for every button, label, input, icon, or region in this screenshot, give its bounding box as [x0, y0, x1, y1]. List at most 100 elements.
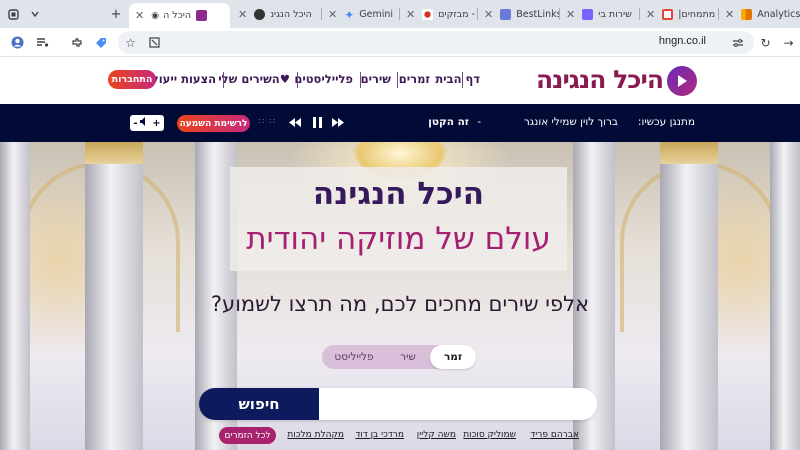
- nav-playlists[interactable]: פלייליסטים: [294, 72, 353, 86]
- now-playing-label: מתנגן עכשיו:: [637, 116, 695, 128]
- extensions-icon[interactable]: [68, 34, 85, 51]
- tab-news[interactable]: ✕ מבזקים -: [400, 3, 477, 26]
- to-playlist-button[interactable]: לרשימת השמעה: [177, 115, 250, 132]
- now-playing-song: זה הקטן: [428, 116, 469, 128]
- hero-section: היכל הנגינה עולם של מוזיקה יהודית אלפי ש…: [0, 142, 800, 450]
- search-input[interactable]: [319, 388, 597, 420]
- close-icon[interactable]: ✕: [725, 8, 734, 21]
- tab-title: Gemini: [359, 9, 394, 20]
- tab-search-icon[interactable]: [26, 5, 44, 23]
- nav-songs[interactable]: שירים: [361, 72, 391, 86]
- column-capital: [85, 142, 143, 164]
- nav-singers[interactable]: זמרים: [399, 72, 430, 86]
- nav-divider: [397, 72, 398, 88]
- search-button[interactable]: חיפוש: [199, 388, 319, 420]
- address-bar[interactable]: ☆ hngn.co.il: [118, 31, 754, 54]
- tab-divider: [477, 8, 478, 20]
- tab-gemini[interactable]: ✕ ✦ Gemini: [322, 3, 399, 26]
- popular-artist-link[interactable]: משה קליין: [417, 430, 456, 440]
- pause-icon[interactable]: [310, 115, 324, 129]
- play-logo-icon: [667, 66, 697, 96]
- install-app-icon[interactable]: [146, 34, 163, 51]
- media-controls-icon[interactable]: [34, 34, 51, 51]
- site-header: היכל הנגינה דף הבית זמרים שירים פלייליסט…: [0, 57, 800, 104]
- tab-divider: [718, 8, 719, 20]
- search-type-playlist[interactable]: פלייליסט: [322, 345, 386, 369]
- background-column: [770, 142, 800, 450]
- popular-artist-link[interactable]: מקהלת מלכות: [287, 430, 344, 440]
- bestlinks-favicon-icon: [500, 9, 512, 20]
- tab-title: BestLinks: [516, 9, 559, 20]
- next-track-icon[interactable]: [288, 115, 302, 129]
- login-button[interactable]: התחברות: [108, 70, 156, 89]
- hngn-favicon-icon: [196, 10, 208, 21]
- tab-groups-icon[interactable]: [4, 5, 22, 23]
- now-playing-artist: ברוך לוין שמילי אונגר: [523, 116, 618, 128]
- tab-title: מבזקים -: [438, 9, 476, 20]
- service-favicon-icon: [582, 9, 594, 20]
- back-icon[interactable]: →: [780, 34, 797, 51]
- volume-up-button[interactable]: +: [152, 118, 160, 129]
- nav-divider: [462, 72, 463, 88]
- site-logo[interactable]: היכל הנגינה: [536, 64, 697, 98]
- popular-artist-link[interactable]: שמוליק סוכות: [463, 430, 516, 440]
- bookmark-star-icon[interactable]: ☆: [122, 34, 139, 51]
- column-capital: [660, 142, 718, 164]
- hero-subtitle: עולם של מוזיקה יהודית: [246, 221, 551, 257]
- player-bar: מתנגן עכשיו: ברוך לוין שמילי אונגר - זה …: [0, 104, 800, 142]
- profile-icon[interactable]: [9, 34, 26, 51]
- tab-divider: [559, 8, 560, 20]
- new-tab-button[interactable]: +: [107, 5, 125, 23]
- popular-artist-link[interactable]: אברהם פריד: [530, 430, 579, 440]
- browser-toolbar: ☆ hngn.co.il ↻ →: [0, 28, 800, 57]
- close-icon[interactable]: ✕: [238, 8, 247, 21]
- all-singers-button[interactable]: לכל הזמרים: [219, 427, 276, 444]
- reload-icon[interactable]: ↻: [757, 34, 774, 51]
- popular-artist-link[interactable]: מרדכי בן דוד: [355, 430, 404, 440]
- close-icon[interactable]: ✕: [566, 8, 575, 21]
- close-icon[interactable]: ✕: [406, 8, 415, 21]
- nav-divider: [360, 72, 361, 88]
- search-type-song[interactable]: שיר: [386, 345, 430, 369]
- previous-track-icon[interactable]: [331, 115, 345, 129]
- gmail-favicon-icon: [662, 9, 674, 20]
- tab-divider: [321, 8, 322, 20]
- nav-divider: [223, 72, 224, 88]
- extension-tag-icon[interactable]: [92, 34, 109, 51]
- tab-service[interactable]: ✕ שירות בי: [560, 3, 639, 26]
- tab-title: שירות בי: [598, 9, 632, 20]
- close-icon[interactable]: ✕: [328, 8, 337, 21]
- tab-interns[interactable]: ✕ |מתמחים: [640, 3, 718, 26]
- background-column: [660, 142, 718, 450]
- volume-down-button[interactable]: -: [133, 118, 137, 129]
- tab-title: היכל הנגינ: [270, 9, 312, 20]
- tab-title: |מתמחים: [678, 9, 716, 20]
- gemini-sparkle-icon: ✦: [344, 7, 355, 22]
- tab-hngn-active[interactable]: ✕ ◉ היכל ה: [129, 3, 230, 28]
- tab-analytics[interactable]: ✕ Analytics: [719, 3, 800, 26]
- hero-title-box: היכל הנגינה עולם של מוזיקה יהודית: [230, 167, 567, 271]
- nav-suggestions[interactable]: הצעות ייעול: [152, 72, 216, 86]
- volume-icon[interactable]: [140, 117, 149, 129]
- site-settings-icon[interactable]: [729, 34, 746, 51]
- close-icon[interactable]: ✕: [646, 8, 655, 21]
- tab-bestlinks[interactable]: ✕ BestLinks: [478, 3, 559, 26]
- background-column: [85, 142, 143, 450]
- nav-divider: [297, 72, 298, 88]
- tab-hngn[interactable]: ✕ היכל הנגינ: [232, 3, 321, 26]
- browser-tab-strip: + ✕ Analytics ✕ |מתמחים ✕ שירות בי ✕ Bes…: [0, 0, 800, 28]
- hero-title: היכל הנגינה: [312, 176, 485, 212]
- close-icon[interactable]: ✕: [135, 9, 144, 22]
- tab-divider: [639, 8, 640, 20]
- search-type-toggle: זמר שיר פלייליסט: [322, 345, 476, 369]
- logo-text: היכל הנגינה: [535, 65, 664, 94]
- progress-time: :: ::: [258, 116, 277, 125]
- nav-home[interactable]: דף הבית: [435, 72, 480, 86]
- audio-playing-icon[interactable]: ◉: [151, 11, 159, 21]
- background-column: [0, 142, 30, 450]
- close-icon[interactable]: ✕: [484, 8, 493, 21]
- nav-my-songs[interactable]: ♥השירים שלי: [218, 72, 290, 86]
- tab-title: Analytics: [757, 9, 800, 20]
- hngn-favicon-icon: [254, 9, 266, 20]
- search-type-singer[interactable]: זמר: [430, 345, 476, 369]
